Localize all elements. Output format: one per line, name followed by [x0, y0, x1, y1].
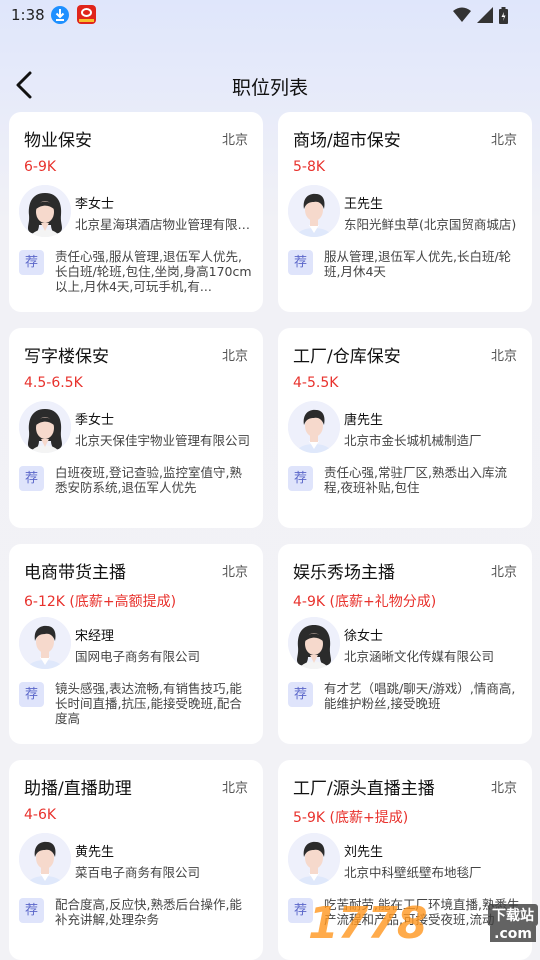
recruiter-name: 唐先生	[344, 413, 384, 428]
job-city: 北京	[490, 565, 517, 580]
recruiter-avatar	[19, 833, 71, 885]
job-card[interactable]: 商场/超市保安 北京 5-8K 王先生东阳光鲜虫草(北京国贸商城店) 荐服从管理,退伍军…	[278, 112, 532, 312]
job-salary: 4-6K	[24, 807, 57, 823]
job-city: 北京	[490, 781, 517, 796]
job-card[interactable]: 助播/直播助理 北京 4-6K 黄先生菜百电子商务有限公司荐配合度高,反应快,熟悉后台…	[9, 760, 263, 960]
job-card[interactable]: 电商带货主播 北京 6-12K (底薪+高额提成) 宋经理国网电子商务有限公司荐镜头感…	[9, 544, 263, 744]
page-title: 职位列表	[231, 77, 308, 99]
job-title: 写字楼保安	[24, 347, 109, 367]
job-requirements: 责任心强,常驻厂区,熟悉出入库流程,夜班补贴,包住	[324, 465, 507, 495]
company-name: 北京天保佳宇物业管理有限公司	[75, 433, 251, 448]
job-city: 北京	[221, 565, 248, 580]
job-card[interactable]: 娱乐秀场主播 北京 4-9K (底薪+礼物分成) 徐女士北京涵晰文化传媒有限公司荐有才…	[278, 544, 532, 744]
job-requirements: 服从管理,退伍军人优先,长白班/轮班,月休4天	[324, 249, 512, 279]
recommend-badge: 荐	[19, 682, 44, 707]
company-name: 菜百电子商务有限公司	[75, 865, 201, 880]
job-title: 娱乐秀场主播	[293, 563, 395, 583]
signal-icon	[477, 7, 493, 23]
job-card[interactable]: 工厂/仓库保安 北京 4-5.5K 唐先生北京市金长城机械制造厂荐责任心强,常驻厂区,…	[278, 328, 532, 528]
company-name: 北京中科壁纸壁布地毯厂	[344, 865, 482, 880]
recruiter-avatar	[19, 617, 71, 669]
job-salary: 4-5.5K	[293, 375, 339, 391]
recruiter-avatar	[288, 401, 340, 453]
company-name: 东阳光鲜虫草(北京国贸商城店)	[344, 217, 517, 232]
job-salary: 5-8K	[293, 159, 326, 175]
job-title: 工厂/源头直播主播	[293, 779, 435, 799]
company-name: 北京涵晰文化传媒有限公司	[344, 649, 495, 664]
watermark-domain: .com	[490, 926, 536, 942]
wifi-icon	[453, 7, 471, 22]
watermark-sub: 下载站	[488, 904, 538, 926]
job-requirements: 有才艺（唱跳/聊天/游戏）,情商高,能维护粉丝,接受晚班	[324, 681, 516, 711]
company-name: 北京星海琪酒店物业管理有限公司	[75, 217, 251, 232]
recommend-badge: 荐	[19, 466, 44, 491]
company-name: 国网电子商务有限公司	[75, 649, 201, 664]
job-city: 北京	[221, 781, 248, 796]
job-card[interactable]: 物业保安 北京 6-9K 李女士北京星海琪酒店物业管理有限公司荐责任心强,服从管理,退…	[9, 112, 263, 312]
job-requirements: 白班夜班,登记查验,监控室值守,熟悉安防系统,退伍军人优先	[55, 465, 242, 495]
system-status-icons	[453, 6, 508, 24]
job-salary: 6-12K (底薪+高额提成)	[24, 594, 177, 610]
job-requirements: 镜头感强,表达流畅,有销售技巧,能长时间直播,抗压,能接受晚班,配合度高	[55, 681, 242, 726]
job-city: 北京	[221, 349, 248, 364]
battery-icon	[499, 6, 508, 24]
job-city: 北京	[221, 133, 248, 148]
navigation-bar: 职位列表	[0, 60, 540, 110]
recommend-badge: 荐	[288, 466, 313, 491]
recruiter-name: 季女士	[75, 413, 115, 428]
recruiter-avatar	[288, 617, 340, 669]
recruiter-name: 黄先生	[75, 845, 115, 860]
recruiter-name: 徐女士	[344, 629, 384, 644]
app-notification-icon	[77, 5, 96, 24]
recommend-badge: 荐	[19, 250, 44, 275]
job-salary: 6-9K	[24, 159, 57, 175]
recruiter-avatar	[19, 401, 71, 453]
watermark-logo: 1778 下载站 .com	[300, 890, 540, 960]
job-title: 物业保安	[24, 131, 92, 151]
job-title: 工厂/仓库保安	[293, 347, 401, 367]
recruiter-name: 王先生	[344, 197, 384, 212]
recruiter-name: 李女士	[75, 197, 115, 212]
recruiter-avatar	[288, 833, 340, 885]
download-notification-icon	[51, 6, 69, 24]
recommend-badge: 荐	[288, 250, 313, 275]
recruiter-avatar	[19, 185, 71, 237]
job-title: 商场/超市保安	[293, 131, 401, 151]
job-card[interactable]: 写字楼保安 北京 4.5-6.5K 季女士北京天保佳宇物业管理有限公司荐白班夜班,登记…	[9, 328, 263, 528]
job-salary: 4-9K (底薪+礼物分成)	[293, 594, 437, 610]
job-city: 北京	[490, 349, 517, 364]
recruiter-avatar	[288, 185, 340, 237]
recruiter-name: 宋经理	[75, 629, 115, 644]
status-time: 1:38	[11, 6, 45, 24]
job-title: 助播/直播助理	[24, 779, 132, 799]
job-salary: 4.5-6.5K	[24, 375, 83, 391]
job-salary: 5-9K (底薪+提成)	[293, 810, 409, 826]
recommend-badge: 荐	[288, 682, 313, 707]
watermark-main: 1778	[308, 898, 427, 949]
job-requirements: 责任心强,服从管理,退伍军人优先,长白班/轮班,包住,坐岗,身高170cm以上,…	[55, 249, 252, 294]
job-title: 电商带货主播	[24, 563, 126, 583]
job-city: 北京	[490, 133, 517, 148]
status-bar: 1:38	[0, 0, 540, 32]
recruiter-name: 刘先生	[344, 845, 384, 860]
company-name: 北京市金长城机械制造厂	[344, 433, 482, 448]
recommend-badge: 荐	[19, 898, 44, 923]
job-requirements: 配合度高,反应快,熟悉后台操作,能补充讲解,处理杂务	[55, 897, 242, 927]
